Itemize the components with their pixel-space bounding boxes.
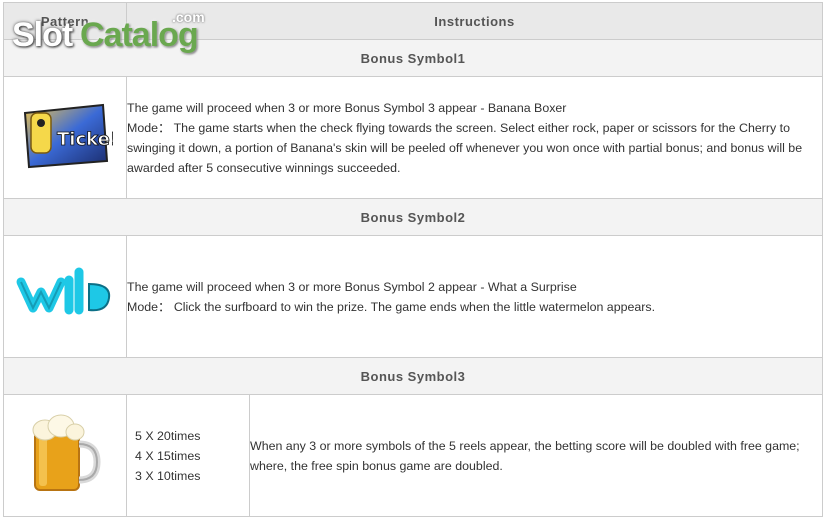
- table-row: The game will proceed when 3 or more Bon…: [3, 235, 823, 358]
- section-header-row: Bonus Symbol3: [3, 357, 823, 395]
- payout-cell: 5 X 20times 4 X 15times 3 X 10times: [126, 394, 250, 517]
- instruction-line: The game will proceed when 3 or more Bon…: [127, 279, 577, 294]
- instructions-cell: When any 3 or more symbols of the 5 reel…: [249, 394, 823, 517]
- pattern-cell: Ticke!: [3, 76, 127, 199]
- instructions-column-header: Instructions: [126, 2, 823, 40]
- payout-line: 3 X 10times: [135, 468, 201, 483]
- wild-icon: [16, 267, 111, 315]
- instruction-line: where, the free spin bonus game are doub…: [250, 458, 503, 473]
- instructions-cell: The game will proceed when 3 or more Bon…: [126, 235, 823, 358]
- pattern-cell: [3, 394, 127, 517]
- payout-line: 5 X 20times: [135, 428, 201, 443]
- section-title-bonus-symbol2: Bonus Symbol2: [3, 198, 823, 236]
- instruction-line: When any 3 or more symbols of the 5 reel…: [250, 438, 800, 453]
- instruction-line: Mode： The game starts when the check fly…: [127, 120, 803, 175]
- pattern-cell: [3, 235, 127, 358]
- section-header-row: Bonus Symbol1: [3, 39, 823, 77]
- table-row: 5 X 20times 4 X 15times 3 X 10times When…: [3, 394, 823, 517]
- table-row: Ticke! The game will proceed when 3 or m…: [3, 76, 823, 199]
- instructions-cell: The game will proceed when 3 or more Bon…: [126, 76, 823, 199]
- payout-line: 4 X 15times: [135, 448, 201, 463]
- header-row: Pattern Instructions: [3, 2, 823, 40]
- instruction-line: The game will proceed when 3 or more Bon…: [127, 100, 567, 115]
- instruction-line: Mode： Click the surfboard to win the pri…: [127, 299, 656, 314]
- beer-mug-icon: [32, 414, 101, 491]
- pattern-column-header: Pattern: [3, 2, 127, 40]
- ticket-icon: Ticke!: [23, 103, 118, 169]
- paytable: Pattern Instructions Bonus Symbol1 Ticke…: [3, 2, 823, 517]
- svg-text:Ticke!: Ticke!: [57, 129, 113, 150]
- section-title-bonus-symbol1: Bonus Symbol1: [3, 39, 823, 77]
- section-header-row: Bonus Symbol2: [3, 198, 823, 236]
- section-title-bonus-symbol3: Bonus Symbol3: [3, 357, 823, 395]
